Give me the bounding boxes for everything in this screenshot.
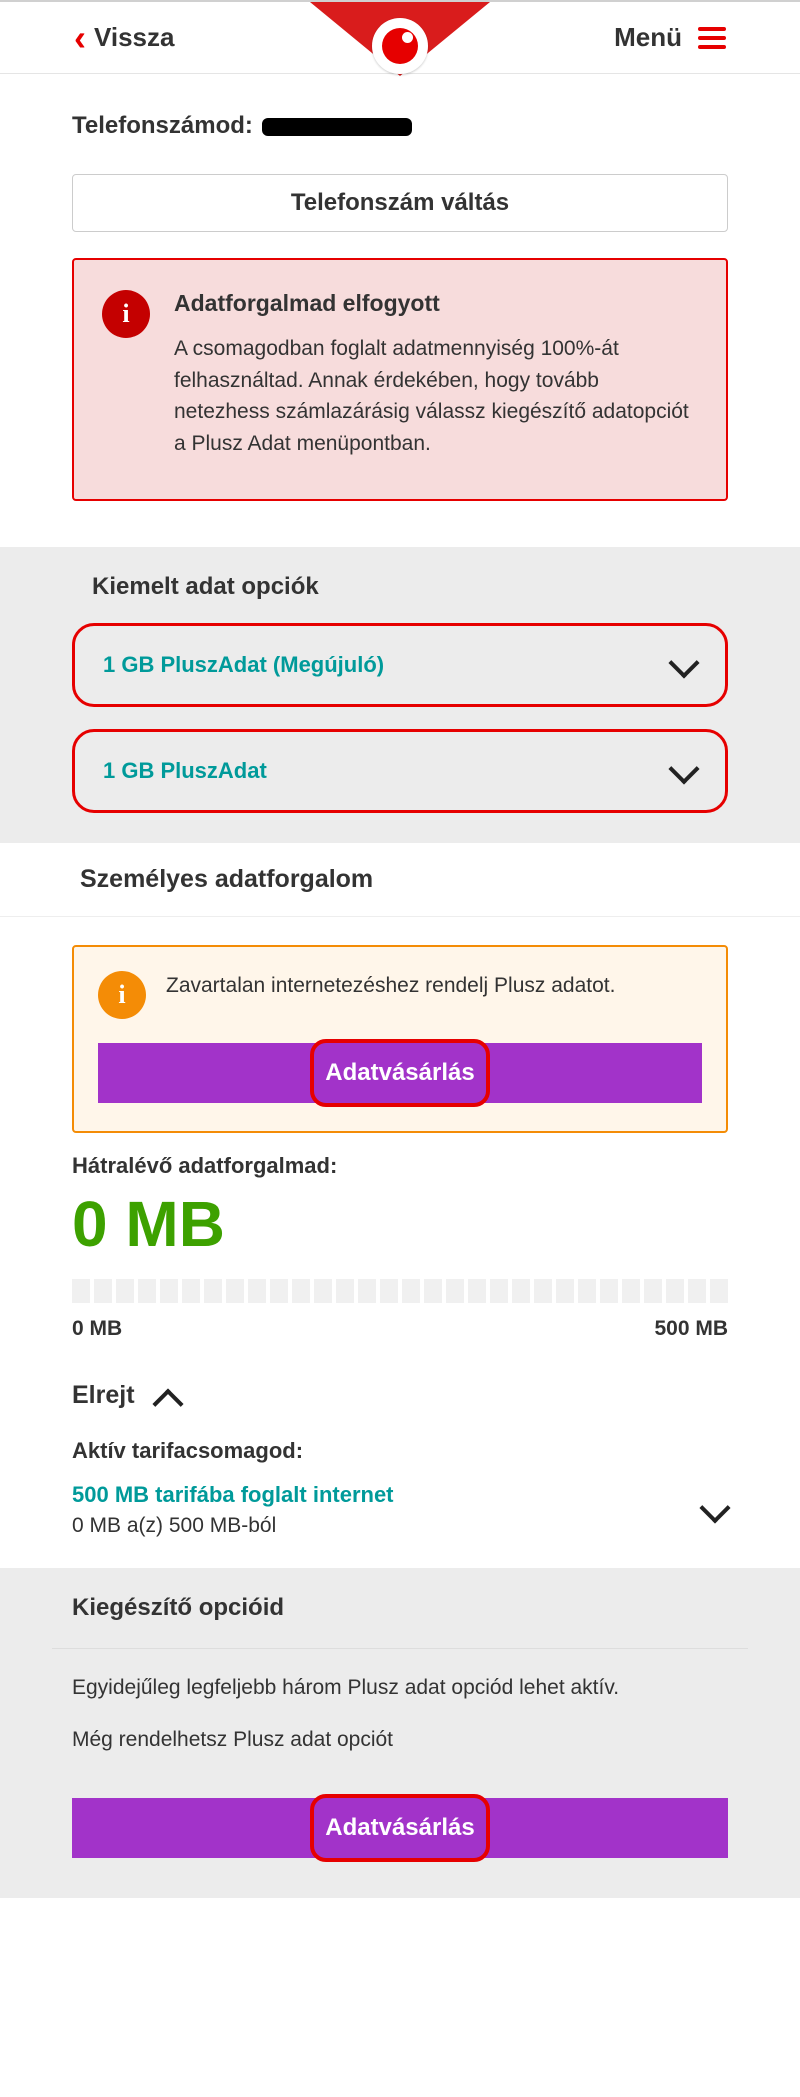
- menu-button[interactable]: Menü: [614, 22, 726, 53]
- featured-options-title: Kiemelt adat opciók: [72, 547, 728, 623]
- featured-option-1[interactable]: 1 GB PluszAdat (Megújuló): [72, 623, 728, 707]
- addon-options-section: Kiegészítő opcióid Egyidejűleg legfeljeb…: [0, 1568, 800, 1898]
- remaining-label: Hátralévő adatforgalmad:: [72, 1153, 728, 1179]
- back-label: Vissza: [94, 22, 174, 53]
- active-plan-label: Aktív tarifacsomagod:: [72, 1438, 728, 1464]
- data-exhausted-alert: i Adatforgalmad elfogyott A csomagodban …: [72, 258, 728, 501]
- chevron-down-icon: [669, 656, 697, 674]
- buy-data-button-2[interactable]: Adatvásárlás: [72, 1798, 728, 1858]
- alert-title: Adatforgalmad elfogyott: [174, 290, 698, 317]
- featured-options-section: Kiemelt adat opciók 1 GB PluszAdat (Megú…: [0, 547, 800, 843]
- brand-ribbon: [310, 2, 490, 76]
- hide-label: Elrejt: [72, 1381, 135, 1410]
- addon-line-2: Még rendelhetsz Plusz adat opciót: [72, 1723, 728, 1757]
- order-data-alert: i Zavartalan internetezéshez rendelj Plu…: [72, 945, 728, 1133]
- hamburger-icon: [698, 27, 726, 49]
- brand-logo: [372, 18, 428, 74]
- switch-number-button[interactable]: Telefonszám váltás: [72, 174, 728, 232]
- phone-number-label: Telefonszámod:: [72, 112, 728, 140]
- remaining-value: 0 MB: [72, 1187, 728, 1261]
- chevron-down-icon: [669, 762, 697, 780]
- range-min: 0 MB: [72, 1317, 122, 1341]
- order-hint-text: Zavartalan internetezéshez rendelj Plusz…: [166, 971, 615, 1000]
- tariff-subtitle: 0 MB a(z) 500 MB-ból: [72, 1514, 394, 1538]
- phone-label-prefix: Telefonszámod:: [72, 112, 260, 139]
- hide-toggle[interactable]: Elrejt: [72, 1381, 728, 1410]
- back-button[interactable]: ‹ Vissza: [74, 20, 174, 56]
- personal-usage-title: Személyes adatforgalom: [0, 843, 800, 917]
- chevron-left-icon: ‹: [74, 20, 86, 56]
- range-max: 500 MB: [654, 1317, 728, 1341]
- chevron-down-icon: [700, 1501, 728, 1519]
- buy-data-label: Adatvásárlás: [325, 1814, 474, 1841]
- addon-line-1: Egyidejűleg legfeljebb három Plusz adat …: [72, 1671, 728, 1705]
- chevron-up-icon: [153, 1387, 181, 1405]
- featured-option-label: 1 GB PluszAdat: [103, 758, 267, 784]
- featured-option-2[interactable]: 1 GB PluszAdat: [72, 729, 728, 813]
- buy-data-label: Adatvásárlás: [325, 1059, 474, 1086]
- info-icon: i: [102, 290, 150, 338]
- featured-option-label: 1 GB PluszAdat (Megújuló): [103, 652, 384, 678]
- info-icon: i: [98, 971, 146, 1019]
- tariff-row[interactable]: 500 MB tarifába foglalt internet 0 MB a(…: [72, 1482, 728, 1538]
- top-bar: ‹ Vissza Menü: [0, 0, 800, 74]
- menu-label: Menü: [614, 22, 682, 53]
- usage-progress-bar: [72, 1279, 728, 1303]
- alert-body: A csomagodban foglalt adatmennyiség 100%…: [174, 333, 698, 459]
- buy-data-button[interactable]: Adatvásárlás: [98, 1043, 702, 1103]
- tariff-title: 500 MB tarifába foglalt internet: [72, 1482, 394, 1508]
- addon-options-title: Kiegészítő opcióid: [52, 1568, 748, 1649]
- usage-range: 0 MB 500 MB: [72, 1317, 728, 1341]
- phone-number-redacted: [262, 118, 412, 136]
